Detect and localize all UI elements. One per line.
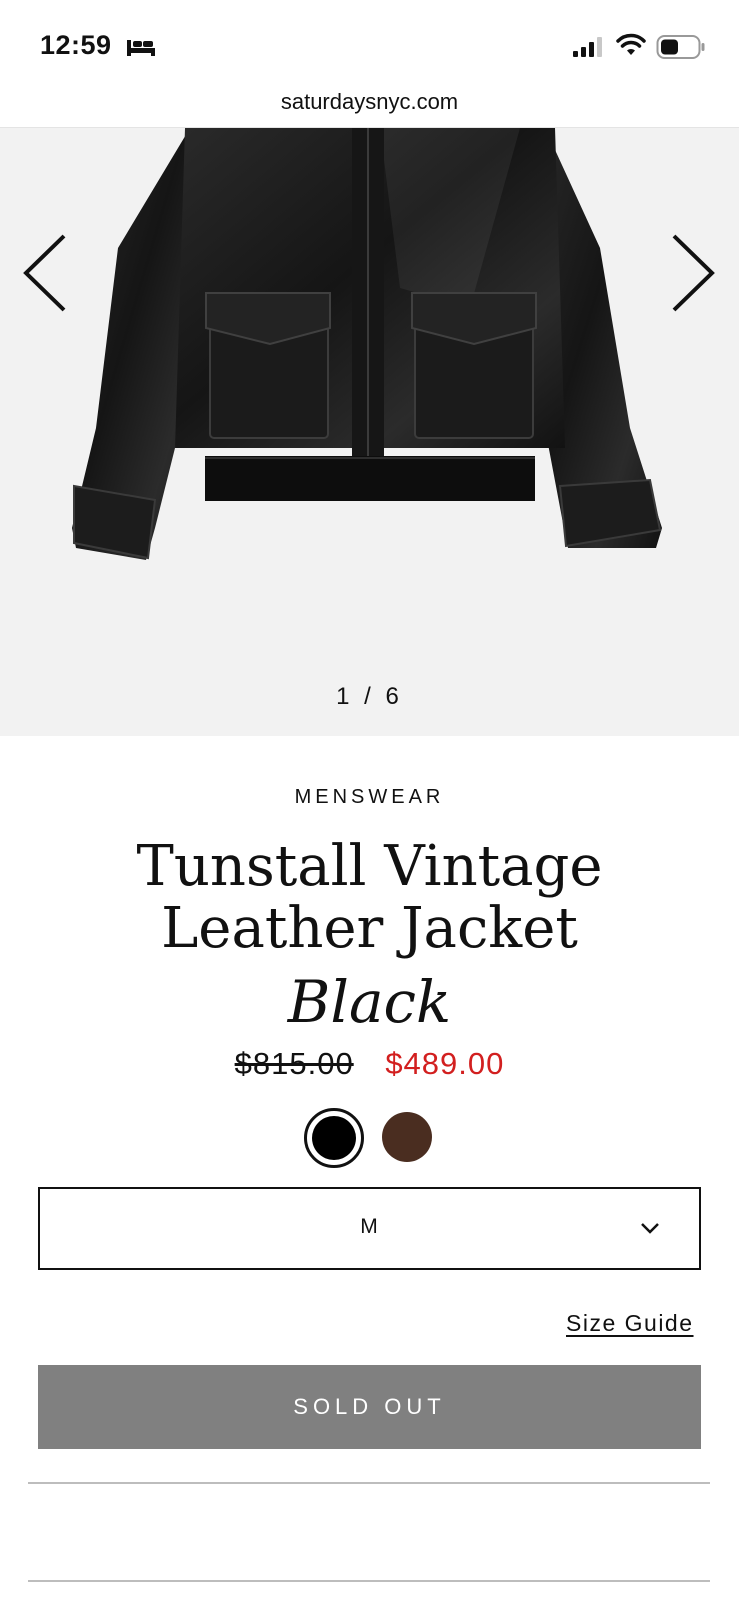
sleep-mode-icon <box>127 40 155 56</box>
wifi-icon <box>616 33 646 55</box>
product-image-gallery[interactable]: 1 / 6 <box>0 128 739 736</box>
sale-price: $489.00 <box>385 1046 505 1081</box>
size-select[interactable]: M <box>38 1187 701 1270</box>
swatch-black-fill <box>312 1116 356 1160</box>
size-guide-link[interactable]: Size Guide <box>566 1310 694 1337</box>
address-bar[interactable]: saturdaysnyc.com <box>0 82 739 128</box>
image-counter: 1 / 6 <box>336 683 403 710</box>
next-image-button[interactable] <box>666 228 720 318</box>
price-block: $815.00 $489.00 <box>0 1046 739 1082</box>
chevron-down-icon <box>641 1223 659 1234</box>
status-time: 12:59 <box>40 30 112 60</box>
battery-icon <box>656 35 705 59</box>
product-title-line-2: Leather Jacket <box>161 896 578 961</box>
divider <box>28 1580 710 1582</box>
status-bar: 12:59 <box>0 0 739 92</box>
divider <box>28 1482 710 1484</box>
cellular-signal-icon <box>573 37 602 57</box>
sold-out-button[interactable]: SOLD OUT <box>38 1365 701 1449</box>
product-color-name: Black <box>287 968 452 1036</box>
product-category: MENSWEAR <box>294 786 445 808</box>
swatch-black[interactable] <box>304 1108 364 1168</box>
swatch-brown[interactable] <box>382 1112 432 1162</box>
size-selected-value: M <box>360 1215 379 1238</box>
previous-image-button[interactable] <box>18 228 72 318</box>
original-price: $815.00 <box>234 1046 354 1081</box>
product-title: Tunstall Vintage Leather Jacket <box>0 836 739 960</box>
product-title-line-1: Tunstall Vintage <box>136 834 603 899</box>
url-text: saturdaysnyc.com <box>280 89 459 114</box>
leather-jacket-image <box>72 128 662 560</box>
